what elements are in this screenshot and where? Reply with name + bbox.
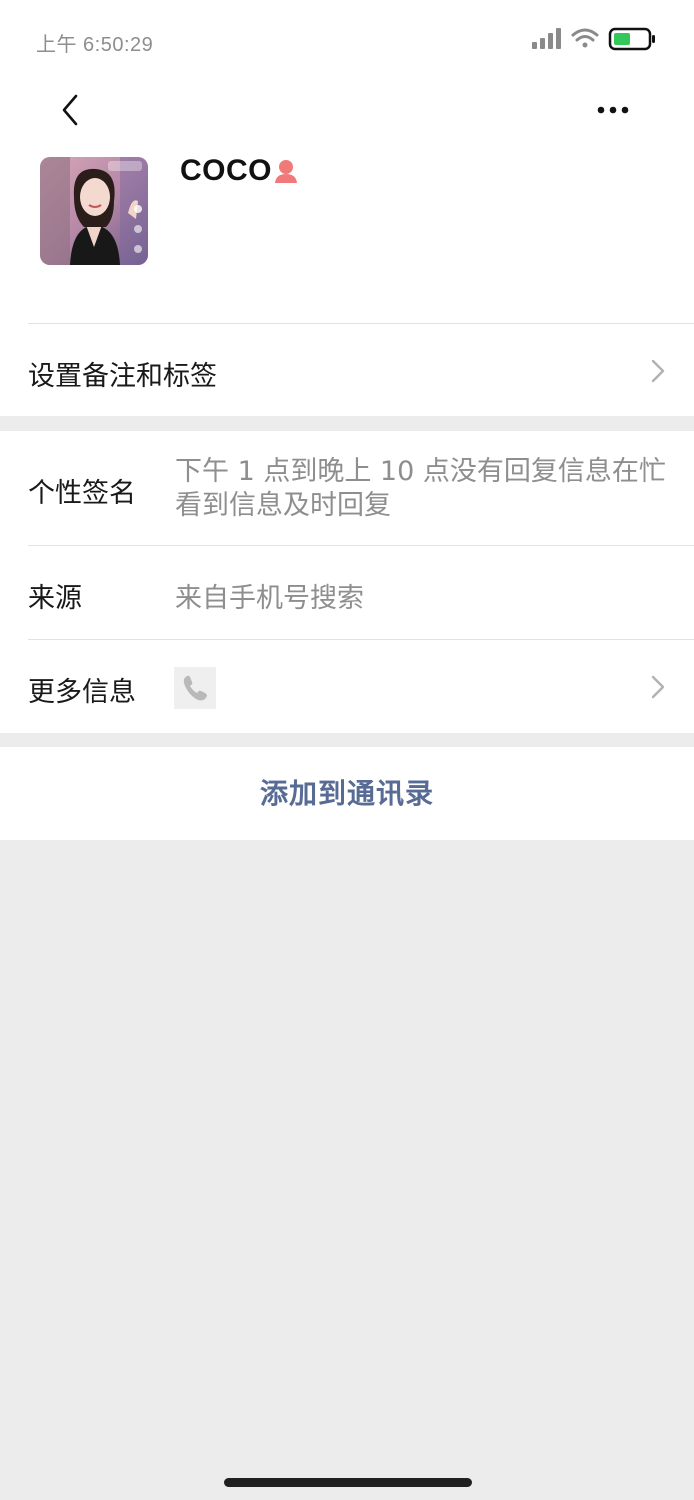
signature-value: 下午 1 点到晚上 10 点没有回复信息在忙看到信息及时回复 (175, 456, 666, 521)
more-info-row[interactable]: 更多信息 (0, 640, 694, 733)
home-indicator[interactable] (224, 1478, 472, 1487)
signature-row: 个性签名 下午 1 点到晚上 10 点没有回复信息在忙看到信息及时回复 (0, 431, 694, 545)
female-person-icon (272, 158, 300, 184)
source-row: 来源 来自手机号搜索 (0, 546, 694, 639)
remark-tags-row[interactable]: 设置备注和标签 (0, 324, 694, 416)
chevron-left-icon (62, 94, 78, 126)
more-info-label: 更多信息 (28, 677, 136, 708)
avatar[interactable] (40, 157, 148, 265)
more-dots-icon (597, 106, 629, 114)
info-section: 个性签名 下午 1 点到晚上 10 点没有回复信息在忙看到信息及时回复 来源 来… (0, 431, 694, 733)
nickname: COCO (180, 154, 272, 187)
more-button[interactable] (590, 96, 636, 124)
source-label: 来源 (28, 583, 82, 614)
chevron-right-icon (651, 675, 665, 699)
wifi-icon (571, 28, 599, 48)
add-to-contacts-button[interactable]: 添加到通讯录 (0, 747, 694, 840)
status-time: 上午 6:50:29 (36, 34, 154, 56)
phone-icon (174, 667, 216, 709)
signal-icon (532, 28, 561, 49)
signature-label: 个性签名 (28, 478, 136, 509)
battery-icon (608, 27, 655, 51)
source-value: 来自手机号搜索 (175, 583, 364, 614)
avatar-photo (40, 157, 148, 265)
chevron-right-icon (651, 359, 665, 383)
status-icons (532, 26, 658, 52)
back-button[interactable] (52, 88, 92, 132)
remark-tags-label: 设置备注和标签 (28, 361, 217, 392)
